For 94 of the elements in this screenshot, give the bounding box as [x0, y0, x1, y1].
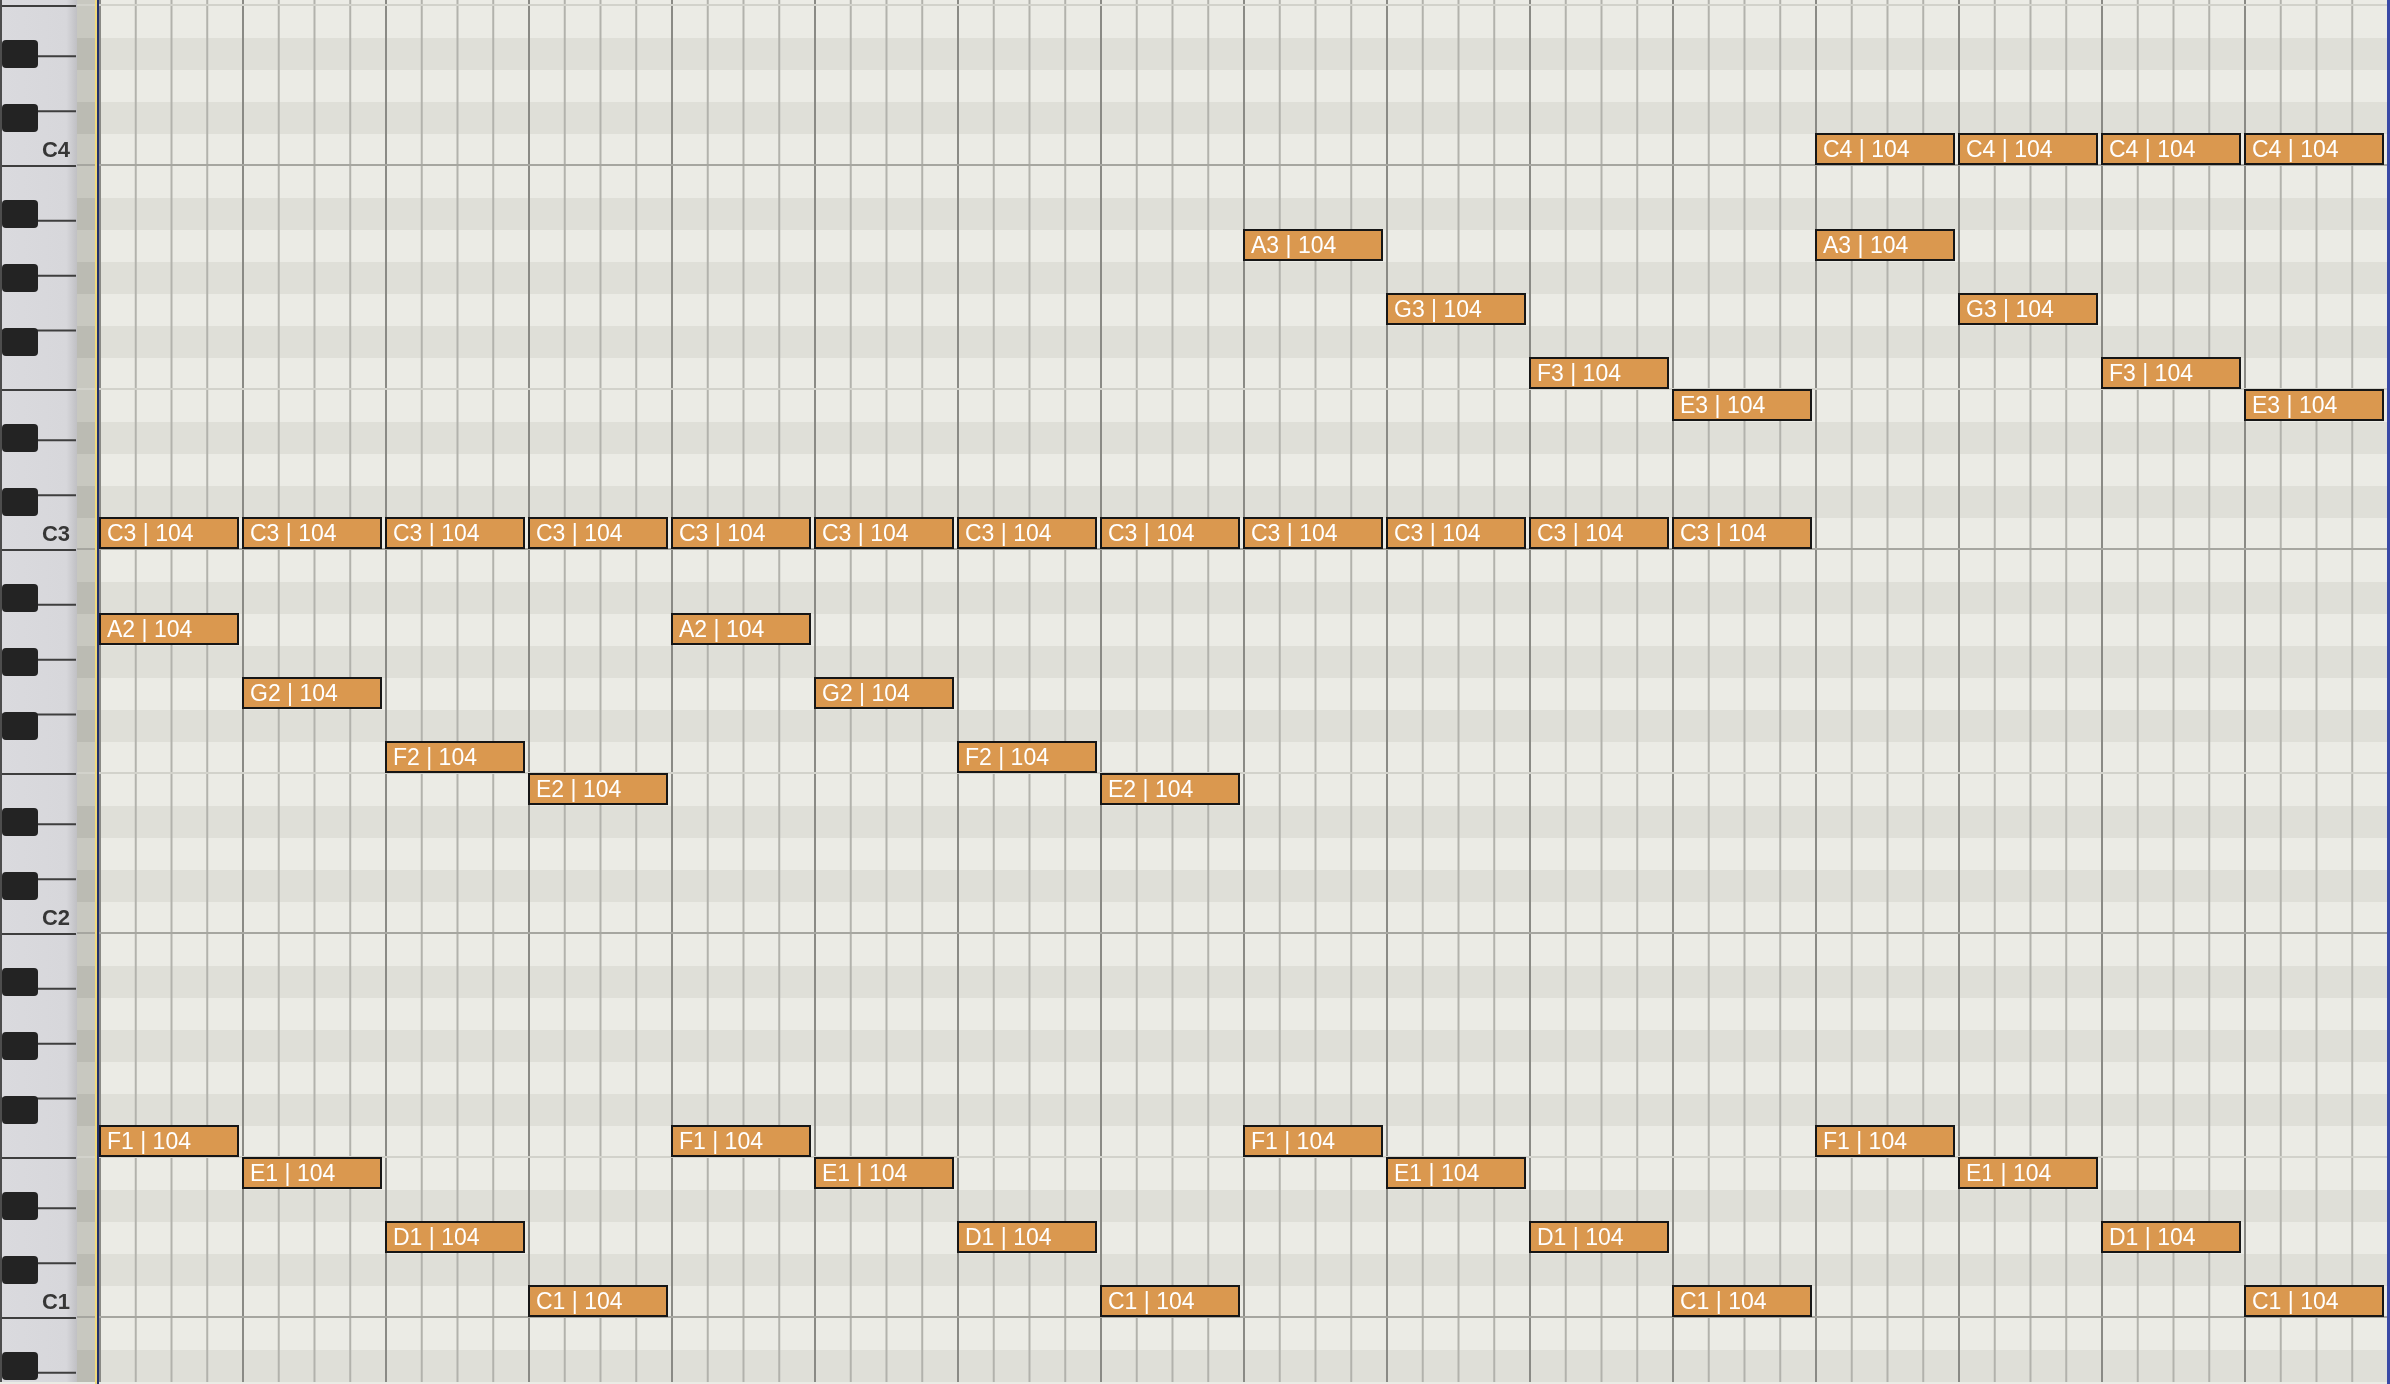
lane-gutter [77, 294, 95, 326]
midi-note[interactable]: D1 | 104 [2101, 1221, 2241, 1253]
midi-note[interactable]: E1 | 104 [814, 1157, 954, 1189]
midi-note[interactable]: C1 | 104 [528, 1285, 668, 1317]
lane-gutter [77, 230, 95, 262]
midi-note[interactable]: C3 | 104 [1529, 517, 1669, 549]
lane-gutter [77, 582, 95, 614]
lane-gutter [77, 1222, 95, 1254]
midi-note[interactable]: C4 | 104 [1815, 133, 1955, 165]
midi-note[interactable]: C3 | 104 [1100, 517, 1240, 549]
midi-note[interactable]: C4 | 104 [1958, 133, 2098, 165]
midi-note[interactable]: D1 | 104 [957, 1221, 1097, 1253]
lane-gutter [77, 1254, 95, 1286]
midi-note[interactable]: D1 | 104 [1529, 1221, 1669, 1253]
lane-gutter [77, 518, 95, 550]
midi-note[interactable]: C1 | 104 [1100, 1285, 1240, 1317]
octave-label: C3 [41, 523, 70, 545]
midi-note[interactable]: F1 | 104 [1243, 1125, 1383, 1157]
midi-note[interactable]: E3 | 104 [2244, 389, 2384, 421]
lane-gutter [77, 454, 95, 486]
midi-note[interactable]: E1 | 104 [1958, 1157, 2098, 1189]
lane-gutter [77, 486, 95, 518]
midi-note[interactable]: E2 | 104 [528, 773, 668, 805]
midi-note[interactable]: E1 | 104 [242, 1157, 382, 1189]
midi-note[interactable]: C3 | 104 [957, 517, 1097, 549]
lane-gutter [77, 134, 95, 166]
lane-gutter [77, 390, 95, 422]
midi-note[interactable]: E1 | 104 [1386, 1157, 1526, 1189]
lane-gutter [77, 966, 95, 998]
midi-note[interactable]: C3 | 104 [1386, 517, 1526, 549]
midi-note[interactable]: F1 | 104 [99, 1125, 239, 1157]
midi-note[interactable]: C3 | 104 [385, 517, 525, 549]
lane-gutter [77, 838, 95, 870]
lane-gutter [77, 102, 95, 134]
midi-note[interactable]: C3 | 104 [528, 517, 668, 549]
lane-gutter [77, 1158, 95, 1190]
midi-note[interactable]: C3 | 104 [242, 517, 382, 549]
lane-gutter [77, 1350, 95, 1382]
midi-note[interactable]: A3 | 104 [1243, 229, 1383, 261]
midi-note[interactable]: F1 | 104 [671, 1125, 811, 1157]
midi-note[interactable]: F3 | 104 [1529, 357, 1669, 389]
midi-note[interactable]: C1 | 104 [1672, 1285, 1812, 1317]
midi-note[interactable]: C3 | 104 [671, 517, 811, 549]
midi-note[interactable]: C3 | 104 [1243, 517, 1383, 549]
octave-label: C1 [41, 1291, 70, 1313]
midi-note[interactable]: C3 | 104 [99, 517, 239, 549]
midi-note[interactable]: A2 | 104 [671, 613, 811, 645]
midi-note[interactable]: A2 | 104 [99, 613, 239, 645]
midi-note[interactable]: E3 | 104 [1672, 389, 1812, 421]
lane-gutter [77, 806, 95, 838]
lane-gutter [77, 550, 95, 582]
midi-note[interactable]: A3 | 104 [1815, 229, 1955, 261]
midi-note[interactable]: C4 | 104 [2244, 133, 2384, 165]
lane-gutter [77, 998, 95, 1030]
lane-gutter [77, 70, 95, 102]
lane-gutter [77, 38, 95, 70]
lane-gutter [77, 1286, 95, 1318]
midi-note[interactable]: C4 | 104 [2101, 133, 2241, 165]
lane-gutter [77, 1126, 95, 1158]
lane-gutter [77, 326, 95, 358]
midi-note[interactable]: C3 | 104 [1672, 517, 1812, 549]
lane-gutter [77, 902, 95, 934]
lane-gutter [77, 646, 95, 678]
lane-gutter [77, 710, 95, 742]
lane-gutter [77, 422, 95, 454]
octave-label: C2 [41, 907, 70, 929]
lane-gutter [77, 742, 95, 774]
lane-gutter [77, 166, 95, 198]
lane-gutter [77, 1030, 95, 1062]
midi-note[interactable]: G3 | 104 [1386, 293, 1526, 325]
lane-gutter [77, 358, 95, 390]
lane-gutter [77, 678, 95, 710]
midi-note[interactable]: F1 | 104 [1815, 1125, 1955, 1157]
midi-note[interactable]: C1 | 104 [2244, 1285, 2384, 1317]
lane-gutter [77, 934, 95, 966]
midi-note[interactable]: G3 | 104 [1958, 293, 2098, 325]
midi-note[interactable]: D1 | 104 [385, 1221, 525, 1253]
midi-note[interactable]: E2 | 104 [1100, 773, 1240, 805]
midi-note[interactable]: G2 | 104 [814, 677, 954, 709]
lane-gutter [77, 198, 95, 230]
midi-note[interactable]: F2 | 104 [957, 741, 1097, 773]
midi-note[interactable]: F2 | 104 [385, 741, 525, 773]
lane-gutter [77, 1062, 95, 1094]
midi-note[interactable]: C3 | 104 [814, 517, 954, 549]
lane-gutter [77, 262, 95, 294]
lane-gutter [77, 1094, 95, 1126]
lane-gutter [77, 1190, 95, 1222]
lane-gutter [77, 1318, 95, 1350]
lane-gutter [77, 870, 95, 902]
lane-gutter [77, 774, 95, 806]
midi-note[interactable]: F3 | 104 [2101, 357, 2241, 389]
octave-label: C4 [41, 139, 70, 161]
lane-gutter [77, 614, 95, 646]
midi-note[interactable]: G2 | 104 [242, 677, 382, 709]
